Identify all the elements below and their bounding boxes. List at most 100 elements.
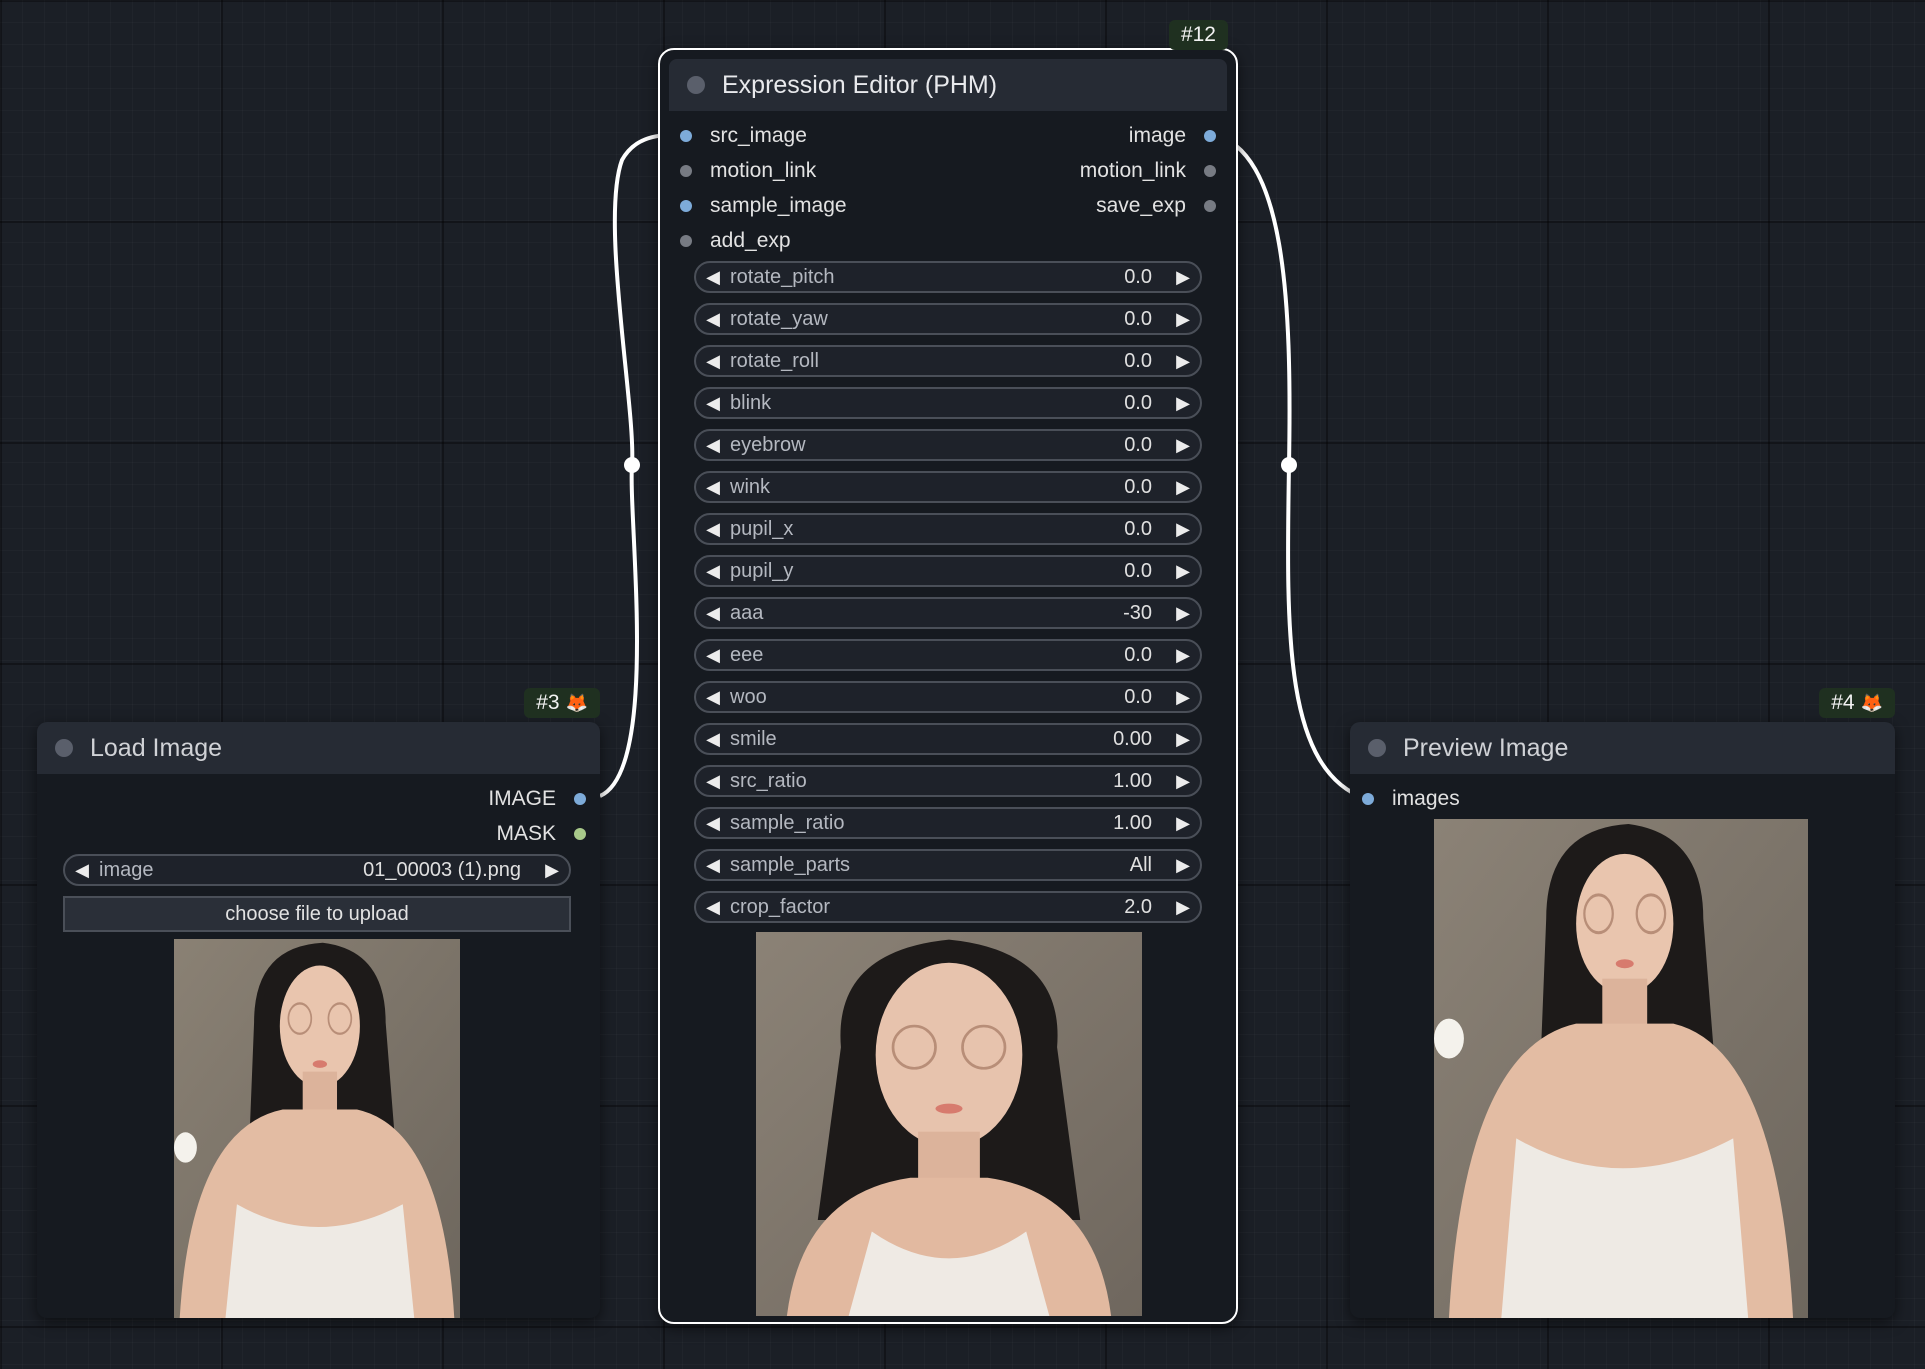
decrement-arrow-icon[interactable]: ◀	[696, 855, 730, 876]
increment-arrow-icon[interactable]: ▶	[1166, 519, 1200, 540]
slot-dot[interactable]	[680, 130, 692, 142]
output-slot-image[interactable]: IMAGE	[488, 785, 586, 813]
widget-crop-factor[interactable]: ◀ crop_factor 2.0 ▶	[694, 891, 1202, 923]
decrement-arrow-icon[interactable]: ◀	[696, 729, 730, 750]
increment-arrow-icon[interactable]: ▶	[1166, 813, 1200, 834]
increment-arrow-icon[interactable]: ▶	[1166, 603, 1200, 624]
previous-arrow-icon[interactable]: ◀	[65, 860, 99, 881]
decrement-arrow-icon[interactable]: ◀	[696, 267, 730, 288]
widget-pupil-x[interactable]: ◀ pupil_x 0.0 ▶	[694, 513, 1202, 545]
widget-value[interactable]: 2.0	[1124, 896, 1152, 919]
widget-value[interactable]: 0.0	[1124, 392, 1152, 415]
widget-value[interactable]: All	[1130, 854, 1152, 877]
upload-button[interactable]: choose file to upload	[63, 896, 571, 932]
load-image-node[interactable]: Load Image IMAGE MASK ◀ image 01_00003 (…	[37, 688, 600, 1318]
increment-arrow-icon[interactable]: ▶	[1166, 393, 1200, 414]
widget-sample-parts[interactable]: ◀ sample_parts All ▶	[694, 849, 1202, 881]
increment-arrow-icon[interactable]: ▶	[1166, 477, 1200, 498]
slot-dot[interactable]	[680, 235, 692, 247]
widget-pupil-y[interactable]: ◀ pupil_y 0.0 ▶	[694, 555, 1202, 587]
input-slot-add-exp[interactable]: add_exp	[680, 227, 791, 255]
widget-eyebrow[interactable]: ◀ eyebrow 0.0 ▶	[694, 429, 1202, 461]
collapse-dot[interactable]	[55, 739, 73, 757]
decrement-arrow-icon[interactable]: ◀	[696, 393, 730, 414]
slot-dot[interactable]	[1204, 130, 1216, 142]
slot-dot[interactable]	[680, 165, 692, 177]
widget-value[interactable]: 0.00	[1113, 728, 1152, 751]
widget-value[interactable]: 0.0	[1124, 350, 1152, 373]
decrement-arrow-icon[interactable]: ◀	[696, 435, 730, 456]
input-slot-motion-link[interactable]: motion_link	[680, 157, 816, 185]
increment-arrow-icon[interactable]: ▶	[1166, 645, 1200, 666]
slot-dot[interactable]	[574, 828, 586, 840]
increment-arrow-icon[interactable]: ▶	[1166, 687, 1200, 708]
widget-rotate-yaw[interactable]: ◀ rotate_yaw 0.0 ▶	[694, 303, 1202, 335]
widget-woo[interactable]: ◀ woo 0.0 ▶	[694, 681, 1202, 713]
expression-editor-node[interactable]: Expression Editor (PHM) src_image motion…	[658, 20, 1238, 1324]
input-slot-sample-image[interactable]: sample_image	[680, 192, 847, 220]
output-slot-image[interactable]: image	[1129, 122, 1216, 150]
decrement-arrow-icon[interactable]: ◀	[696, 687, 730, 708]
decrement-arrow-icon[interactable]: ◀	[696, 897, 730, 918]
widget-value[interactable]: 1.00	[1113, 812, 1152, 835]
widget-aaa[interactable]: ◀ aaa -30 ▶	[694, 597, 1202, 629]
decrement-arrow-icon[interactable]: ◀	[696, 351, 730, 372]
decrement-arrow-icon[interactable]: ◀	[696, 771, 730, 792]
slot-dot[interactable]	[574, 793, 586, 805]
widget-value[interactable]: 0.0	[1124, 686, 1152, 709]
widget-sample-ratio[interactable]: ◀ sample_ratio 1.00 ▶	[694, 807, 1202, 839]
increment-arrow-icon[interactable]: ▶	[1166, 351, 1200, 372]
widget-value[interactable]: 0.0	[1124, 518, 1152, 541]
widget-value[interactable]: 0.0	[1124, 308, 1152, 331]
slot-dot[interactable]	[1204, 200, 1216, 212]
widget-value[interactable]: 0.0	[1124, 434, 1152, 457]
widget-value[interactable]: 0.0	[1124, 644, 1152, 667]
wire-midpoint-handle[interactable]	[1281, 457, 1297, 473]
increment-arrow-icon[interactable]: ▶	[1166, 897, 1200, 918]
output-slot-motion-link[interactable]: motion_link	[1080, 157, 1216, 185]
preview-image-node[interactable]: Preview Image images #4 🦊	[1350, 688, 1895, 1318]
widget-value[interactable]: 0.0	[1124, 266, 1152, 289]
increment-arrow-icon[interactable]: ▶	[1166, 771, 1200, 792]
decrement-arrow-icon[interactable]: ◀	[696, 519, 730, 540]
widget-value[interactable]: 01_00003 (1).png	[363, 859, 521, 882]
widget-value[interactable]: 1.00	[1113, 770, 1152, 793]
widget-value[interactable]: -30	[1123, 602, 1152, 625]
widget-rotate-pitch[interactable]: ◀ rotate_pitch 0.0 ▶	[694, 261, 1202, 293]
wire-midpoint-handle[interactable]	[624, 457, 640, 473]
output-slot-mask[interactable]: MASK	[496, 820, 586, 848]
increment-arrow-icon[interactable]: ▶	[1166, 729, 1200, 750]
increment-arrow-icon[interactable]: ▶	[1166, 855, 1200, 876]
node-header[interactable]: Expression Editor (PHM)	[669, 59, 1227, 111]
collapse-dot[interactable]	[687, 76, 705, 94]
widget-wink[interactable]: ◀ wink 0.0 ▶	[694, 471, 1202, 503]
input-slot-images[interactable]: images	[1362, 785, 1460, 813]
decrement-arrow-icon[interactable]: ◀	[696, 477, 730, 498]
widget-blink[interactable]: ◀ blink 0.0 ▶	[694, 387, 1202, 419]
widget-value[interactable]: 0.0	[1124, 560, 1152, 583]
slot-dot[interactable]	[680, 200, 692, 212]
slot-dot[interactable]	[1362, 793, 1374, 805]
widget-src-ratio[interactable]: ◀ src_ratio 1.00 ▶	[694, 765, 1202, 797]
decrement-arrow-icon[interactable]: ◀	[696, 309, 730, 330]
decrement-arrow-icon[interactable]: ◀	[696, 603, 730, 624]
increment-arrow-icon[interactable]: ▶	[1166, 309, 1200, 330]
increment-arrow-icon[interactable]: ▶	[1166, 267, 1200, 288]
collapse-dot[interactable]	[1368, 739, 1386, 757]
widget-value[interactable]: 0.0	[1124, 476, 1152, 499]
next-arrow-icon[interactable]: ▶	[535, 860, 569, 881]
widget-eee[interactable]: ◀ eee 0.0 ▶	[694, 639, 1202, 671]
slot-dot[interactable]	[1204, 165, 1216, 177]
output-slot-save-exp[interactable]: save_exp	[1096, 192, 1216, 220]
increment-arrow-icon[interactable]: ▶	[1166, 435, 1200, 456]
decrement-arrow-icon[interactable]: ◀	[696, 645, 730, 666]
node-header[interactable]: Preview Image	[1350, 722, 1895, 774]
input-slot-src-image[interactable]: src_image	[680, 122, 807, 150]
increment-arrow-icon[interactable]: ▶	[1166, 561, 1200, 582]
widget-smile[interactable]: ◀ smile 0.00 ▶	[694, 723, 1202, 755]
image-file-combo[interactable]: ◀ image 01_00003 (1).png ▶	[63, 854, 571, 886]
widget-rotate-roll[interactable]: ◀ rotate_roll 0.0 ▶	[694, 345, 1202, 377]
decrement-arrow-icon[interactable]: ◀	[696, 813, 730, 834]
node-header[interactable]: Load Image	[37, 722, 600, 774]
decrement-arrow-icon[interactable]: ◀	[696, 561, 730, 582]
